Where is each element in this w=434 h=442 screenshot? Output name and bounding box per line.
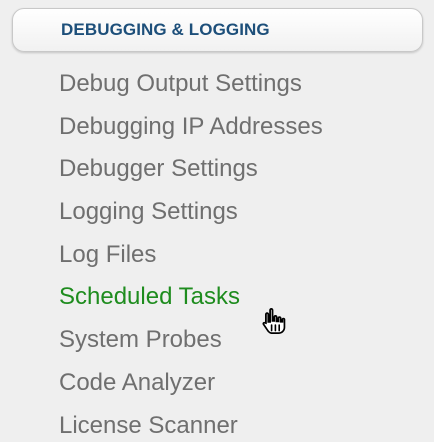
menu-item-debugging-ip-addresses[interactable]: Debugging IP Addresses [59, 106, 323, 149]
debugging-logging-panel: DEBUGGING & LOGGING Debug Output Setting… [0, 0, 434, 442]
menu-item-log-files[interactable]: Log Files [59, 234, 323, 277]
menu-item-debug-output-settings[interactable]: Debug Output Settings [59, 63, 323, 106]
menu-item-logging-settings[interactable]: Logging Settings [59, 191, 323, 234]
section-header-label: DEBUGGING & LOGGING [61, 20, 270, 39]
menu-item-scheduled-tasks[interactable]: Scheduled Tasks [59, 276, 323, 319]
menu-list: Debug Output Settings Debugging IP Addre… [59, 63, 323, 442]
menu-item-debugger-settings[interactable]: Debugger Settings [59, 148, 323, 191]
menu-item-license-scanner[interactable]: License Scanner [59, 405, 323, 442]
menu-item-system-probes[interactable]: System Probes [59, 319, 323, 362]
section-header-debugging-logging[interactable]: DEBUGGING & LOGGING [12, 8, 423, 52]
menu-item-code-analyzer[interactable]: Code Analyzer [59, 362, 323, 405]
